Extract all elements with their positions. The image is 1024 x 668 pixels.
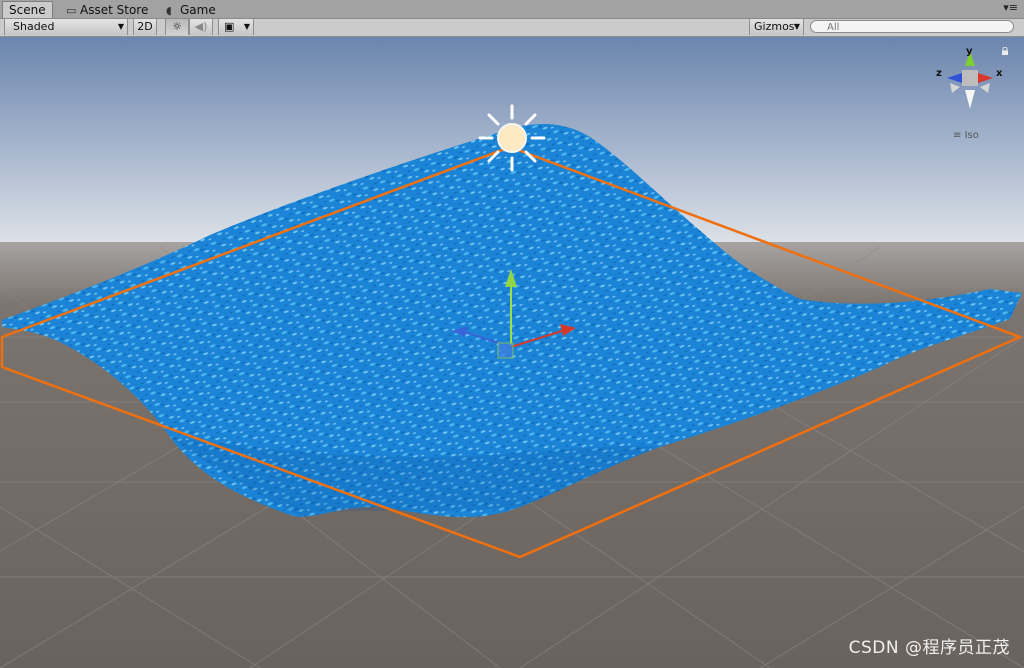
- scene-effects-dropdown[interactable]: ▣ ▼: [218, 19, 254, 35]
- search-placeholder: All: [827, 22, 840, 33]
- chevron-down-icon: ▼: [243, 22, 250, 31]
- sun-icon: ☼: [172, 20, 182, 33]
- watermark: CSDN @程序员正茂: [848, 638, 1010, 658]
- scene-lighting-button[interactable]: ☼: [165, 19, 189, 35]
- image-icon: ▣: [224, 20, 235, 33]
- tab-scene[interactable]: Scene: [2, 1, 53, 18]
- tab-menu-icon[interactable]: ▾≡: [1003, 1, 1018, 14]
- gizmos-label: Gizmos: [754, 20, 795, 33]
- speaker-icon: ◀): [194, 20, 208, 33]
- chevron-down-icon: ▼: [117, 22, 124, 31]
- plane-handle: [497, 342, 514, 359]
- chevron-down-icon: ▼: [793, 22, 800, 31]
- tab-bar: Scene ▭ Asset Store ◖ Game ▾≡: [0, 0, 1024, 19]
- lock-icon[interactable]: [1001, 47, 1009, 55]
- scene-viewport[interactable]: y x z ≡ Iso CSDN @程序员正茂: [0, 37, 1024, 668]
- pacman-icon: ◖: [166, 4, 172, 17]
- scene-audio-button[interactable]: ◀): [189, 19, 213, 35]
- draw-mode-dropdown[interactable]: Shaded ▼: [4, 19, 128, 35]
- gizmo-label-y: y: [966, 46, 973, 57]
- toggle-2d-label: 2D: [137, 20, 153, 33]
- projection-label: Iso: [964, 130, 979, 141]
- projection-toggle[interactable]: ≡ Iso: [953, 130, 979, 141]
- draw-mode-label: Shaded: [13, 20, 55, 33]
- scene-toolbar: Shaded ▼ 2D ☼ ◀) ▣ ▼ Gizmos ▼ ⌕ All: [0, 19, 1024, 37]
- tab-scene-label: Scene: [9, 3, 46, 17]
- toggle-2d-button[interactable]: 2D: [133, 19, 157, 35]
- menu-icon: ≡: [953, 130, 962, 141]
- gizmo-label-z: z: [936, 68, 942, 79]
- tab-game-label: Game: [180, 3, 216, 17]
- store-icon: ▭: [66, 4, 77, 17]
- scene-canvas[interactable]: [0, 37, 1024, 668]
- tab-game[interactable]: ◖ Game: [160, 2, 222, 18]
- search-input[interactable]: All: [810, 20, 1014, 33]
- gizmo-label-x: x: [996, 68, 1003, 79]
- gizmos-dropdown[interactable]: Gizmos ▼: [749, 19, 804, 35]
- directional-light-icon: [478, 104, 546, 172]
- tab-asset-store[interactable]: ▭ Asset Store: [60, 2, 154, 18]
- tab-asset-store-label: Asset Store: [80, 3, 149, 17]
